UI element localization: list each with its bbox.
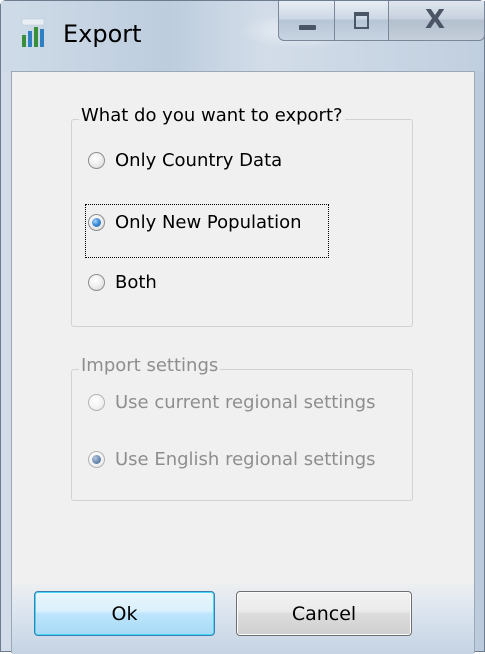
title-bar[interactable]: Export X	[1, 1, 485, 71]
radio-label: Use English regional settings	[115, 449, 376, 470]
radio-label: Both	[115, 272, 157, 293]
minimize-icon	[299, 25, 316, 30]
radio-button-disabled-selected	[88, 451, 105, 468]
import-settings-group: Import settings Use current regional set…	[71, 355, 413, 501]
ok-button[interactable]: Ok	[34, 591, 215, 636]
window-title: Export	[63, 20, 142, 48]
radio-only-new-population[interactable]: Only New Population	[88, 212, 302, 233]
radio-label: Only New Population	[115, 212, 302, 233]
radio-label: Use current regional settings	[115, 392, 376, 413]
close-icon: X	[425, 5, 446, 35]
radio-button[interactable]	[88, 152, 105, 169]
radio-both[interactable]: Both	[88, 272, 157, 293]
chart-bars-icon	[21, 18, 45, 47]
export-options-group: What do you want to export? Only Country…	[71, 105, 413, 327]
radio-label: Only Country Data	[115, 150, 283, 171]
import-group-legend: Import settings	[79, 355, 221, 376]
cancel-button[interactable]: Cancel	[236, 591, 412, 636]
dialog-client-area: What do you want to export? Only Country…	[11, 71, 475, 654]
radio-use-current-regional-settings: Use current regional settings	[88, 392, 375, 413]
close-button[interactable]: X	[389, 1, 485, 41]
radio-button-selected[interactable]	[88, 214, 105, 231]
export-group-legend: What do you want to export?	[79, 105, 345, 126]
radio-button[interactable]	[88, 274, 105, 291]
minimize-button[interactable]	[278, 1, 335, 41]
radio-use-english-regional-settings: Use English regional settings	[88, 449, 376, 470]
radio-only-country-data[interactable]: Only Country Data	[88, 150, 282, 171]
radio-button-disabled	[88, 394, 105, 411]
maximize-icon	[354, 12, 369, 29]
maximize-button[interactable]	[335, 1, 389, 41]
caption-buttons: X	[278, 1, 485, 43]
export-dialog-window: Export X What do you want to export? Onl…	[0, 0, 485, 654]
